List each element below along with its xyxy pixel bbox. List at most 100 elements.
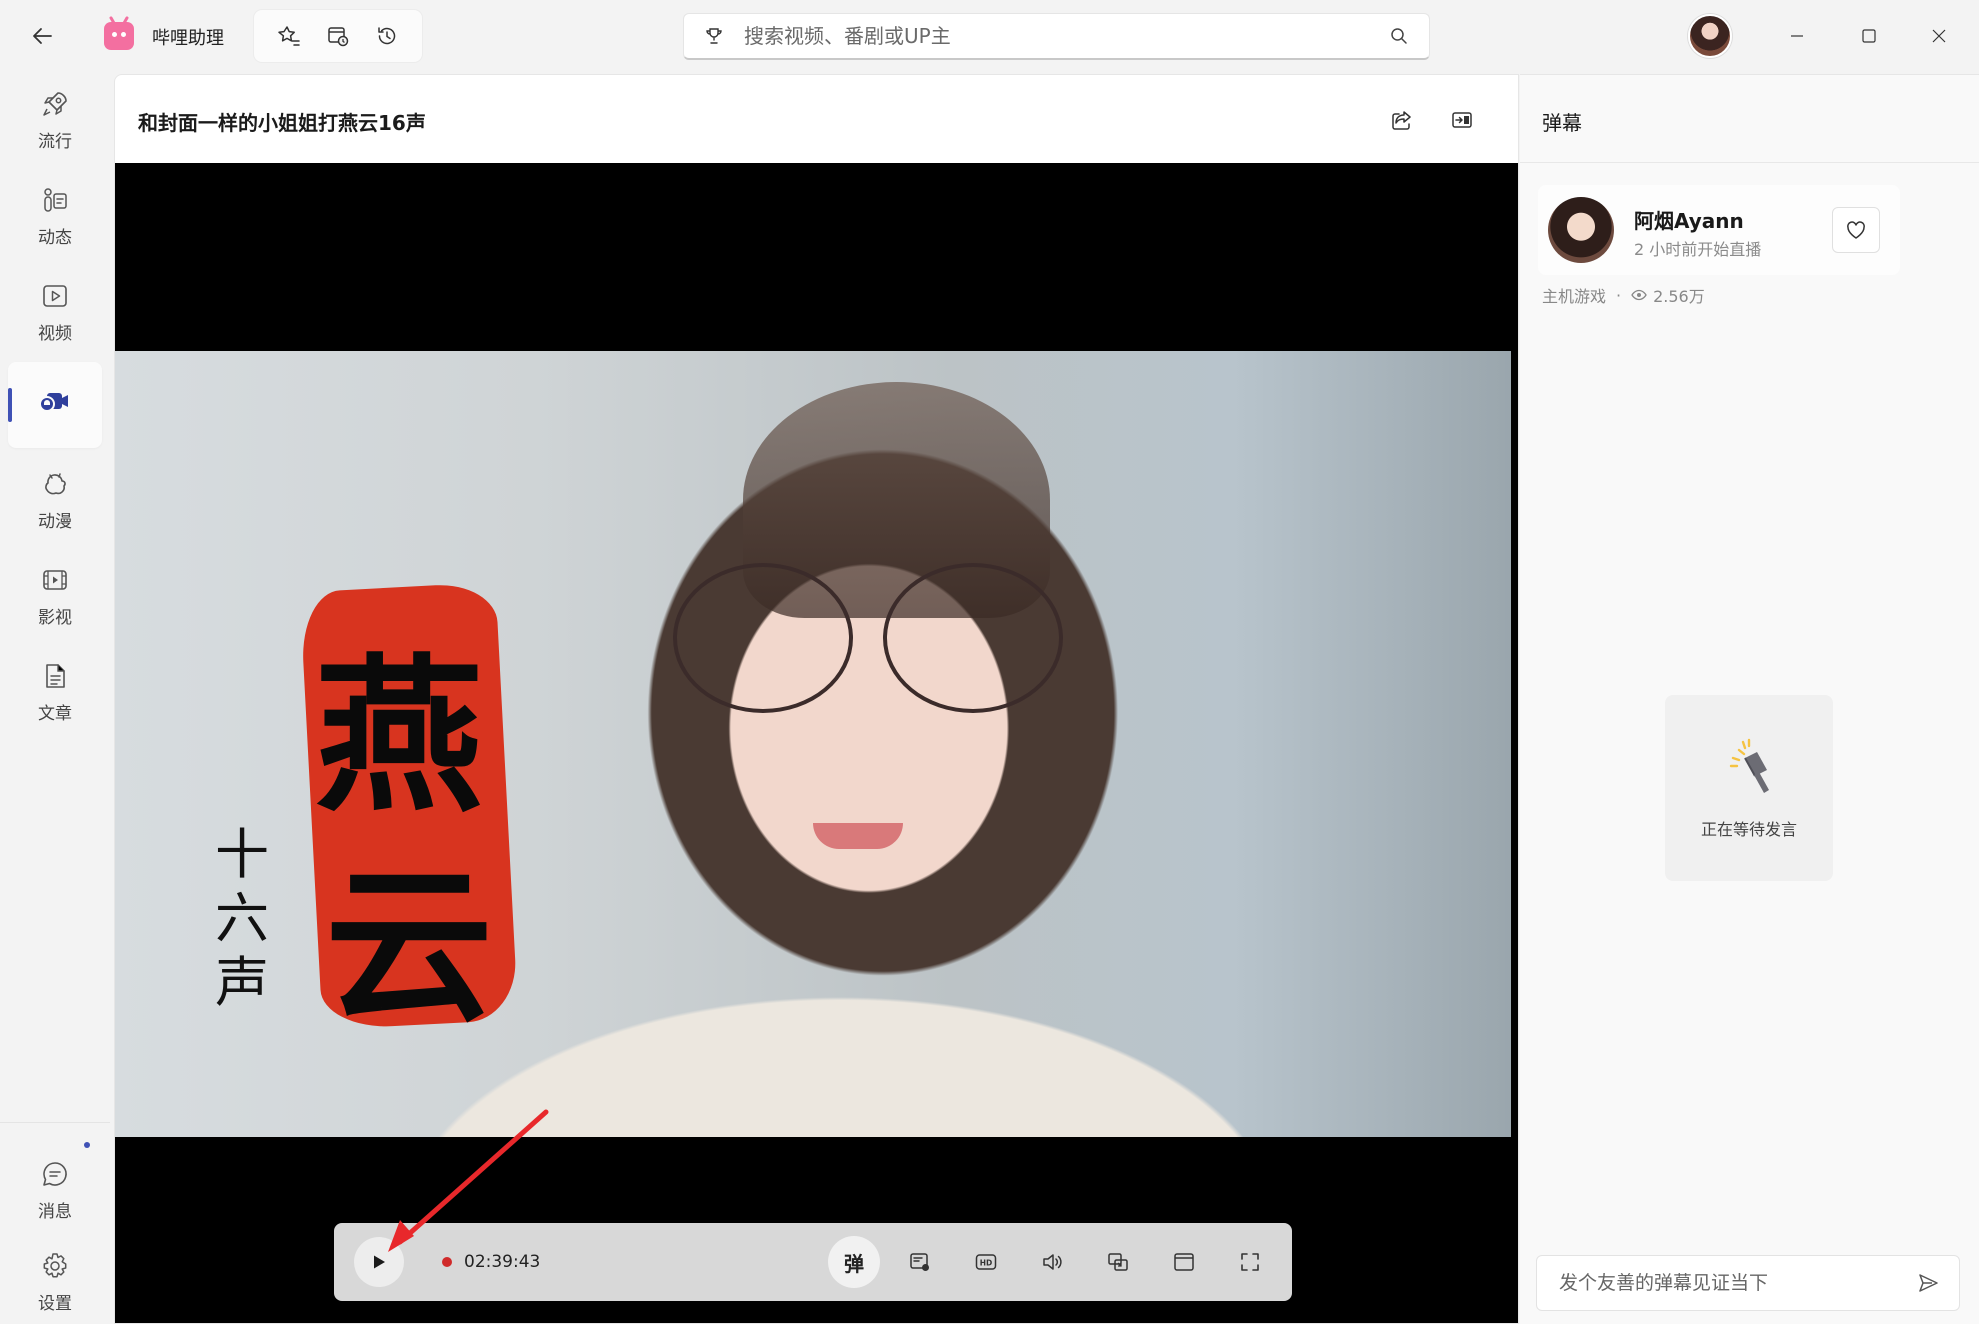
waiting-text: 正在等待发言 [1700,820,1797,839]
send-icon [1919,1274,1938,1292]
svg-text:HD: HD [980,1259,993,1268]
star-list-icon [277,26,300,46]
share-icon [1392,111,1411,130]
pip-icon [1108,1253,1128,1271]
picture-in-picture-button[interactable] [1092,1236,1144,1288]
video-frame-detail [882,563,1063,714]
heart-icon [1847,221,1865,239]
film-icon [38,563,72,597]
fullscreen-icon [1241,1253,1259,1271]
back-button[interactable] [22,18,62,54]
danmaku-settings-icon [910,1253,929,1271]
empty-danmaku-state: 正在等待发言 [1665,695,1833,881]
search-box [683,13,1430,60]
volume-icon [1043,1254,1062,1270]
sidebar-item-label: 影视 [38,607,72,628]
title-bar: 哔哩助理 [0,0,1979,72]
gear-icon [38,1249,72,1283]
player-controls: 02:39:43 弹 HD [334,1223,1292,1301]
article-icon [38,659,72,693]
sidebar-item-video[interactable]: 视频 [8,268,102,354]
streamer-card[interactable]: 阿烟Ayann 2 小时前开始直播 [1538,185,1900,275]
close-icon [1932,29,1946,43]
search-input[interactable] [744,24,1387,48]
sidebar-item-label: 流行 [38,131,72,152]
danmaku-panel-header: 弹幕 [1520,75,1979,163]
danmaku-toggle-button[interactable]: 弹 [828,1236,880,1288]
sidebar-divider [0,1122,110,1123]
video-player[interactable]: 燕 云 十六声 [115,163,1518,1323]
close-button[interactable] [1916,14,1962,58]
trophy-icon[interactable] [702,24,726,48]
sidebar: 流行 动态 视频 动漫 影视 文章 消息 设置 [0,72,110,1324]
danmaku-panel-title: 弹幕 [1542,111,1582,135]
sidebar-item-anime[interactable]: 动漫 [8,456,102,542]
rocket-icon [38,87,72,121]
live-duration: 02:39:43 [464,1252,541,1272]
sidebar-item-messages[interactable]: 消息 [8,1146,102,1232]
sidebar-item-article[interactable]: 文章 [8,648,102,734]
window-icon [1174,1253,1194,1271]
hd-icon: HD [975,1254,997,1270]
share-button[interactable] [1385,103,1419,137]
app-logo [104,22,134,50]
minimize-button[interactable] [1774,14,1820,58]
flashlight-icon [1719,736,1779,796]
sidebar-item-label: 文章 [38,703,72,724]
sidebar-item-dynamic[interactable]: 动态 [8,172,102,258]
danmaku-panel: 弹幕 阿烟Ayann 2 小时前开始直播 主机游戏 · 2.56万 正在等待发言 [1520,74,1979,1324]
cover-art-text: 云 [325,847,493,1045]
message-icon [38,1157,72,1191]
streamer-name[interactable]: 阿烟Ayann [1634,205,1744,234]
video-play-icon [38,279,72,313]
player-panel: 和封面一样的小姐姐打燕云16声 燕 云 十六声 [114,74,1519,1324]
feed-icon [38,183,72,217]
send-button[interactable] [1913,1268,1943,1298]
history-button[interactable] [369,18,405,54]
search-icon[interactable] [1387,24,1411,48]
meta-separator: · [1616,285,1622,305]
live-indicator-dot [442,1257,452,1267]
maximize-icon [1862,29,1876,43]
user-avatar[interactable] [1688,14,1732,58]
toolbar-group [254,10,422,62]
sidebar-item-label: 动态 [38,227,72,248]
quality-button[interactable]: HD [960,1236,1012,1288]
sidebar-item-label: 动漫 [38,511,72,532]
minimize-icon [1791,35,1803,37]
favorites-button[interactable] [271,18,307,54]
sidebar-item-label: 设置 [38,1293,72,1314]
sidebar-item-film[interactable]: 影视 [8,552,102,638]
history-icon [378,27,396,45]
video-frame: 燕 云 十六声 [115,351,1511,1137]
sidebar-item-popular[interactable]: 流行 [8,76,102,162]
follow-button[interactable] [1832,207,1880,253]
sidebar-item-settings[interactable]: 设置 [8,1238,102,1324]
danmaku-input-box [1536,1255,1960,1311]
web-fullscreen-button[interactable] [1158,1236,1210,1288]
video-frame-detail [813,822,903,849]
exit-panel-icon [1452,112,1472,128]
anime-icon [38,467,72,501]
viewer-count: 2.56万 [1653,287,1705,306]
sidebar-item-label: 消息 [38,1201,72,1222]
maximize-button[interactable] [1846,14,1892,58]
streamer-avatar[interactable] [1548,197,1614,263]
sidebar-item-live[interactable] [8,362,102,448]
cover-art-subtext: 十六声 [215,823,269,1014]
play-button[interactable] [354,1237,404,1287]
danmaku-input[interactable] [1559,1272,1913,1294]
video-frame-detail [673,563,854,714]
streamer-status: 2 小时前开始直播 [1634,240,1762,259]
open-external-button[interactable] [1445,103,1479,137]
sidebar-item-label: 视频 [38,323,72,344]
cover-art-text: 燕 [315,637,483,835]
danmaku-settings-button[interactable] [894,1236,946,1288]
live-meta: 主机游戏 · 2.56万 [1542,283,1705,307]
live-category[interactable]: 主机游戏 [1542,283,1606,307]
live-camera-icon [38,385,72,419]
volume-button[interactable] [1026,1236,1078,1288]
video-title: 和封面一样的小姐姐打燕云16声 [138,111,426,135]
watch-later-button[interactable] [320,18,356,54]
fullscreen-button[interactable] [1224,1236,1276,1288]
